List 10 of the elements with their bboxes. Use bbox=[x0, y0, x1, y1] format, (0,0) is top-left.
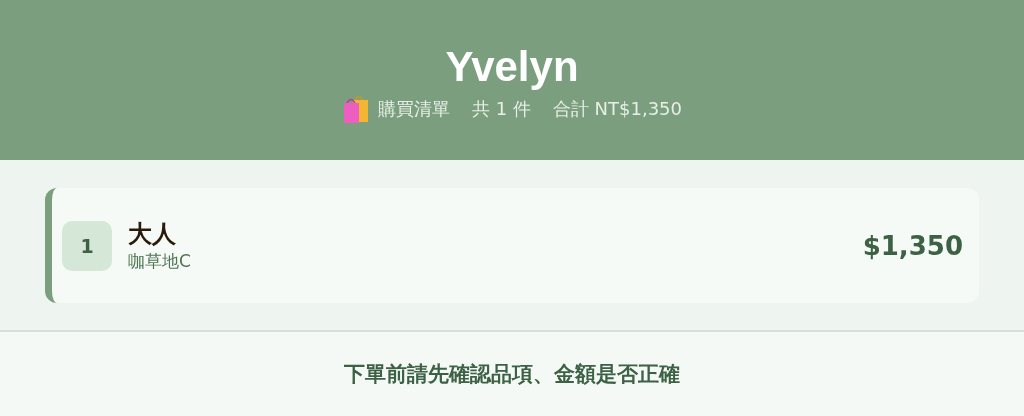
item-option: 咖草地C bbox=[128, 248, 863, 273]
subtitle-text: 購買清單 bbox=[377, 97, 450, 121]
shopping-bags-icon bbox=[341, 94, 370, 124]
subtitle-text: 合計 NT$1,350 bbox=[552, 97, 683, 121]
notice-text: 下單前請先確認品項、金額是否正確 bbox=[344, 361, 680, 388]
item-name: 大人 bbox=[128, 218, 177, 249]
item-price: $1,350 bbox=[862, 230, 963, 261]
item-index: 1 bbox=[62, 220, 112, 271]
page-title: Yvelyn bbox=[445, 42, 579, 92]
subtitle-text: 共 1 件 bbox=[471, 97, 531, 121]
